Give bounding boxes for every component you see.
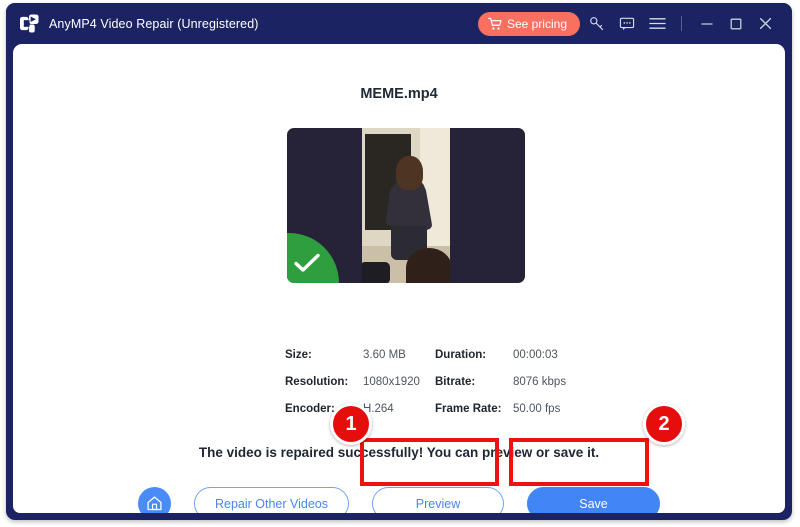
- file-name: MEME.mp4: [13, 86, 785, 102]
- hamburger-menu-icon[interactable]: [644, 12, 670, 36]
- video-thumbnail[interactable]: [287, 128, 525, 283]
- metadata-value: 00:00:03: [513, 349, 558, 361]
- titlebar-divider: [681, 16, 682, 31]
- metadata-value: 3.60 MB: [363, 349, 406, 361]
- video-frame-image: [362, 128, 450, 283]
- repair-other-videos-button[interactable]: Repair Other Videos: [194, 487, 349, 513]
- metadata-label: Bitrate:: [435, 376, 513, 388]
- metadata-label: Size:: [285, 349, 363, 361]
- action-bar: Repair Other Videos Preview Save: [13, 487, 785, 513]
- see-pricing-button[interactable]: See pricing: [478, 12, 580, 36]
- title-bar: AnyMP4 Video Repair (Unregistered) See p…: [6, 3, 792, 44]
- metadata-row: Encoder: H.264 Frame Rate: 50.00 fps: [285, 403, 575, 415]
- preview-button[interactable]: Preview: [372, 487, 504, 513]
- metadata-table: Size: 3.60 MB Duration: 00:00:03 Resolut…: [285, 349, 575, 430]
- see-pricing-label: See pricing: [507, 17, 567, 31]
- save-button[interactable]: Save: [527, 487, 660, 513]
- home-button[interactable]: [138, 487, 171, 513]
- close-icon[interactable]: [752, 12, 778, 36]
- speech-bubble-icon[interactable]: [614, 12, 640, 36]
- metadata-label: Frame Rate:: [435, 403, 513, 415]
- anymp4-logo-icon: [20, 14, 39, 33]
- metadata-row: Resolution: 1080x1920 Bitrate: 8076 kbps: [285, 376, 575, 388]
- maximize-icon[interactable]: [723, 12, 749, 36]
- metadata-value: 1080x1920: [363, 376, 420, 388]
- home-icon: [146, 495, 163, 512]
- shopping-cart-icon: [488, 17, 502, 31]
- metadata-value: 8076 kbps: [513, 376, 566, 388]
- status-message: The video is repaired successfully! You …: [13, 445, 785, 460]
- titlebar-controls: See pricing: [478, 12, 778, 36]
- success-check-badge: [287, 233, 339, 283]
- metadata-label: Resolution:: [285, 376, 363, 388]
- metadata-value: 50.00 fps: [513, 403, 560, 415]
- check-mark-icon: [294, 253, 320, 273]
- annotation-badge-2: 2: [643, 403, 685, 445]
- key-icon[interactable]: [584, 12, 610, 36]
- metadata-label: Duration:: [435, 349, 513, 361]
- window-title: AnyMP4 Video Repair (Unregistered): [49, 17, 259, 31]
- metadata-row: Size: 3.60 MB Duration: 00:00:03: [285, 349, 575, 361]
- minimize-icon[interactable]: [694, 12, 720, 36]
- annotation-badge-1: 1: [330, 403, 372, 445]
- app-window: AnyMP4 Video Repair (Unregistered) See p…: [6, 3, 792, 520]
